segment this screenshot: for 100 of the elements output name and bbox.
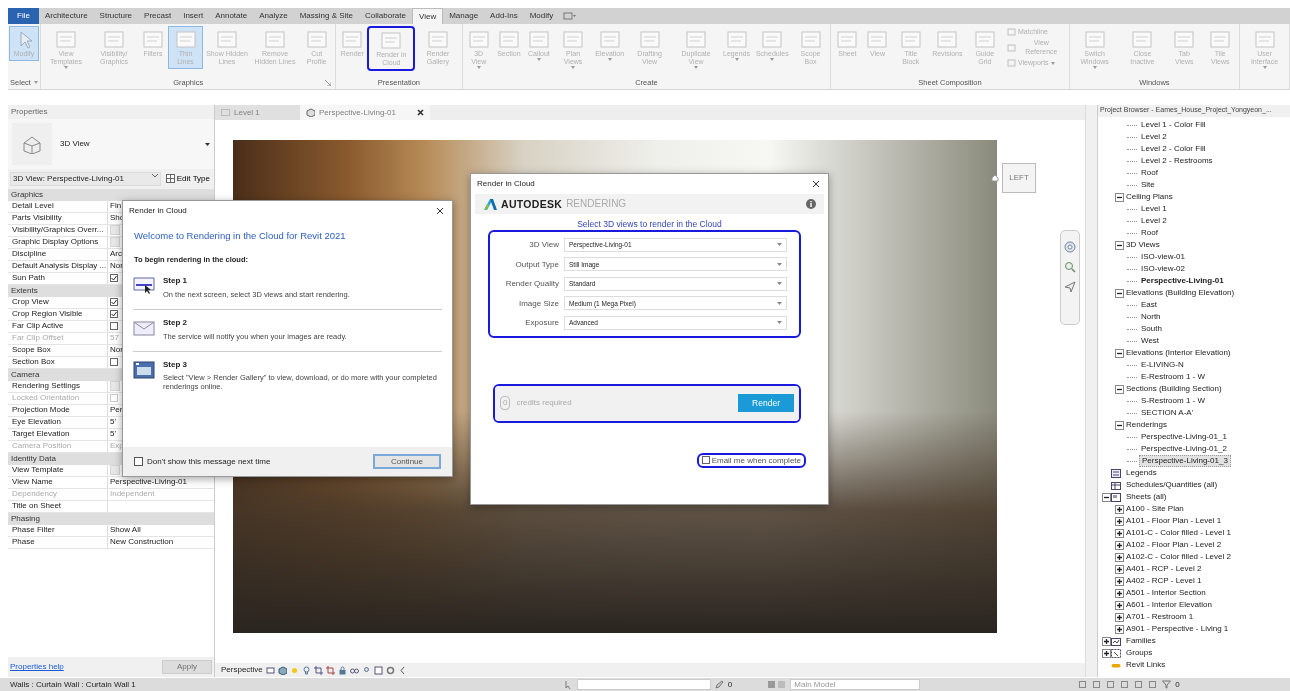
collapse-icon[interactable] (1114, 288, 1124, 298)
ribbon-tab[interactable]: Insert (177, 8, 210, 24)
tree-item[interactable]: SECTION A-A' (1139, 408, 1196, 418)
brand-name: AUTODESK (501, 197, 563, 211)
tree-item[interactable]: Groups (1124, 648, 1155, 658)
close-button[interactable] (436, 207, 444, 215)
tree-item[interactable]: Elevations (Interior Elevation) (1124, 348, 1233, 358)
tree-item[interactable]: ISO-view-02 (1139, 264, 1187, 274)
tree-item[interactable]: A701 - Restroom 1 (1124, 612, 1196, 622)
tree-item[interactable]: ISO-view-01 (1139, 252, 1187, 262)
ribbon-tab[interactable]: Analyze (253, 8, 294, 24)
ribbon-tab[interactable]: Massing & Site (293, 8, 360, 24)
close-button[interactable] (812, 180, 820, 188)
ribbon-tab[interactable]: Architecture (38, 8, 94, 24)
tree-item[interactable]: Schedules/Quantities (all) (1124, 480, 1220, 490)
collapse-icon[interactable] (1114, 384, 1124, 394)
ribbon-tab[interactable]: File (8, 8, 39, 24)
ribbon-tab[interactable]: Precast (138, 8, 178, 24)
tree-item[interactable]: Families (1124, 636, 1158, 646)
expand-icon[interactable] (1114, 540, 1124, 550)
tree-item[interactable]: South (1139, 324, 1164, 334)
tree-item[interactable]: Perspective-Living-01_1 (1139, 432, 1229, 442)
edit-type-button[interactable]: Edit Type (163, 174, 212, 184)
ribbon-tab[interactable]: Add-Ins (484, 8, 524, 24)
tree-item[interactable]: Perspective-Living-01_2 (1139, 444, 1229, 454)
tree-item[interactable]: A901 - Perspective - Living 1 (1124, 624, 1231, 634)
instance-dropdown[interactable]: 3D View: Perspective-Living-01 (10, 172, 161, 186)
tree-item[interactable]: A402 - RCP - Level 1 (1124, 576, 1204, 586)
tree-item[interactable]: A501 - Interior Section (1124, 588, 1208, 598)
expand-icon[interactable] (1114, 576, 1124, 586)
tree-item[interactable]: Perspective-Living-01_3 (1139, 455, 1231, 467)
ribbon-tab[interactable]: Structure (93, 8, 139, 24)
checkbox[interactable] (110, 298, 118, 307)
tree-item[interactable]: Site (1139, 180, 1157, 190)
tree-item[interactable]: Elevations (Building Elevation) (1124, 288, 1237, 298)
collapse-icon[interactable] (1114, 240, 1124, 250)
tree-item[interactable]: Sheets (all) (1124, 492, 1169, 502)
tree-item[interactable]: Sections (Building Section) (1124, 384, 1224, 394)
ribbon-tab[interactable]: Annotate (209, 8, 254, 24)
tree-item[interactable]: 3D Views (1124, 240, 1162, 250)
continue-button[interactable]: Continue (372, 453, 441, 470)
expand-icon[interactable] (1101, 636, 1111, 646)
tree-item[interactable]: Level 2 (1139, 216, 1169, 226)
tree-item[interactable]: A101-C - Color filled - Level 1 (1124, 528, 1233, 538)
tree-item[interactable]: Roof (1139, 228, 1160, 238)
expand-icon[interactable] (1114, 564, 1124, 574)
tree-item[interactable]: Revit Links (1124, 660, 1168, 670)
collapse-icon[interactable] (1114, 192, 1124, 202)
tree-item[interactable]: North (1139, 312, 1163, 322)
expand-icon[interactable] (1101, 648, 1111, 658)
tree-item[interactable]: West (1139, 336, 1162, 346)
scrollbar[interactable] (1085, 105, 1097, 677)
tree-item[interactable]: Level 2 - Restrooms (1139, 156, 1215, 166)
tree-item[interactable]: East (1139, 300, 1159, 310)
ribbon-tab[interactable]: Modify (523, 8, 560, 24)
expand-icon[interactable] (1114, 528, 1124, 538)
expand-icon[interactable] (1114, 552, 1124, 562)
tree-item[interactable]: Perspective-Living-01 (1139, 276, 1226, 286)
ribbon-tab[interactable]: Manage (443, 8, 485, 24)
view-tab[interactable]: Perspective-Living-01 (300, 105, 430, 120)
tree-item[interactable]: A401 - RCP - Level 2 (1124, 564, 1204, 574)
tree-item[interactable]: A601 - Interior Elevation (1124, 600, 1214, 610)
property-value: 57 (110, 333, 119, 343)
collapse-icon[interactable] (1114, 348, 1124, 358)
ribbon-tab[interactable]: Collaborate (359, 8, 412, 24)
tree-item[interactable]: E-Restroom 1 - W (1139, 372, 1207, 382)
workset-field[interactable] (576, 679, 711, 690)
tree-item[interactable]: S-Restroom 1 - W (1139, 396, 1207, 406)
tree-item[interactable]: A102-C - Color filled - Level 2 (1124, 552, 1233, 562)
expand-icon[interactable] (1114, 588, 1124, 598)
tree-item[interactable]: Level 1 (1139, 204, 1169, 214)
checkbox[interactable] (701, 456, 710, 465)
expand-icon[interactable] (1114, 516, 1124, 526)
tree-item[interactable]: A102 - Floor Plan - Level 2 (1124, 540, 1224, 550)
tree-item[interactable]: Level 2 - Color Fill (1139, 144, 1208, 154)
expand-icon[interactable] (1114, 612, 1124, 622)
checkbox[interactable] (134, 457, 143, 466)
tree-item[interactable]: Ceiling Plans (1124, 192, 1175, 202)
tree-item[interactable]: A100 - Site Plan (1124, 504, 1186, 514)
tree-item[interactable]: Renderings (1124, 420, 1169, 430)
collapse-icon[interactable] (1114, 420, 1124, 430)
checkbox[interactable] (110, 358, 118, 367)
help-link[interactable]: Properties help (10, 662, 64, 672)
expand-icon[interactable] (1114, 600, 1124, 610)
tree-item[interactable]: Roof (1139, 168, 1160, 178)
tree-item[interactable]: Level 2 (1139, 132, 1169, 142)
tree-item[interactable]: Level 1 - Color Fill (1139, 120, 1208, 130)
tree-item[interactable]: A101 - Floor Plan - Level 1 (1124, 516, 1224, 526)
property-name: Title on Sheet (8, 500, 108, 512)
collapse-icon[interactable] (1101, 492, 1111, 502)
checkbox[interactable] (110, 310, 118, 319)
tree-item[interactable]: Legends (1124, 468, 1159, 478)
expand-icon[interactable] (1114, 624, 1124, 634)
ribbon-tab[interactable]: View (411, 8, 444, 24)
view-cube[interactable]: LEFT (1002, 163, 1036, 193)
tree-item[interactable]: E-LIVING-N (1139, 360, 1186, 370)
checkbox[interactable] (110, 322, 118, 331)
expand-icon[interactable] (1114, 504, 1124, 514)
property-name: Eye Elevation (8, 416, 108, 428)
checkbox[interactable] (110, 274, 118, 283)
